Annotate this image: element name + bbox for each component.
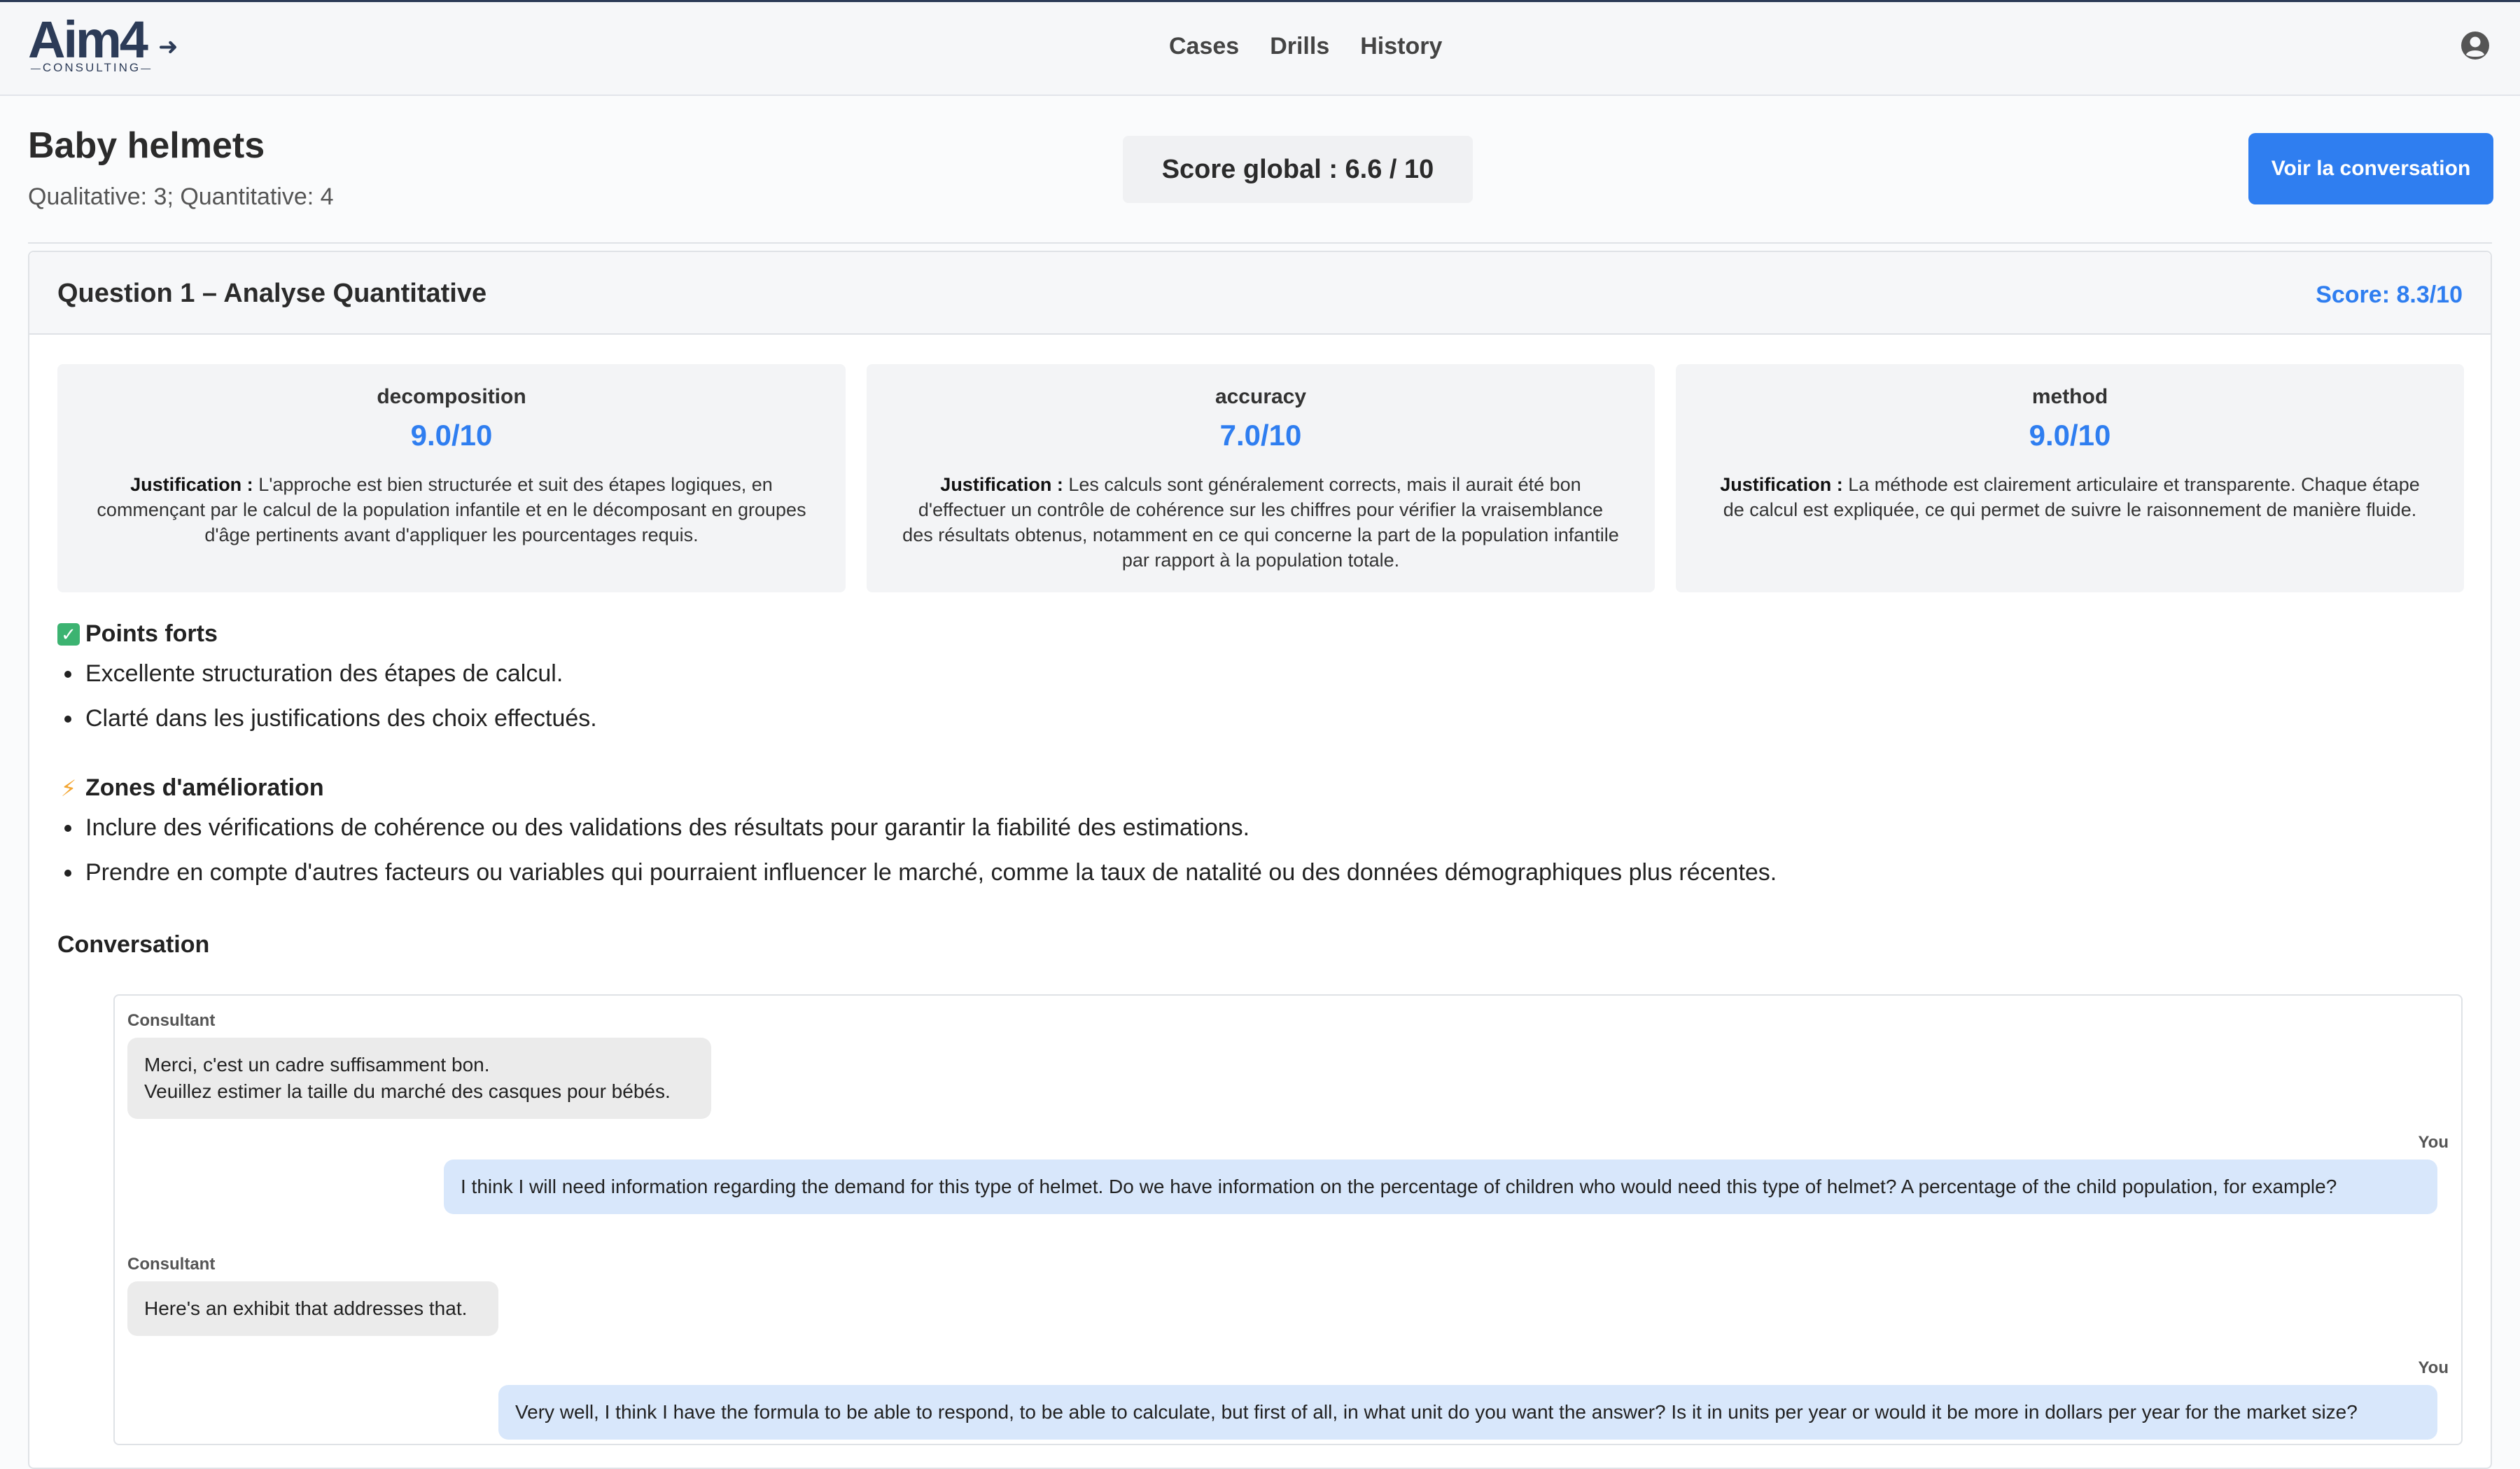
zones-amelioration-title: Zones d'amélioration	[85, 774, 324, 801]
user-account-icon[interactable]	[2460, 30, 2491, 61]
message-author: You	[2418, 1358, 2449, 1377]
score-global-badge: Score global : 6.6 / 10	[1123, 136, 1473, 203]
criterion-score: 7.0/10	[1219, 419, 1302, 452]
justification-label: Justification :	[940, 474, 1063, 495]
case-title: Baby helmets	[28, 125, 265, 166]
nav-link-history[interactable]: History	[1360, 33, 1442, 60]
consultant-message: Merci, c'est un cadre suffisamment bon. …	[127, 1038, 711, 1119]
points-forts-list: Excellente structuration des étapes de c…	[57, 651, 597, 741]
zones-amelioration-list: Inclure des vérifications de cohérence o…	[57, 805, 1777, 895]
criterion-justification: Justification : Les calculs sont général…	[902, 472, 1620, 573]
case-subtitle: Qualitative: 3; Quantitative: 4	[28, 183, 334, 210]
nav-link-drills[interactable]: Drills	[1270, 33, 1329, 60]
voir-conversation-button[interactable]: Voir la conversation	[2248, 133, 2493, 204]
nav-link-cases[interactable]: Cases	[1169, 33, 1239, 60]
justification-label: Justification :	[1720, 474, 1843, 495]
criterion-justification: Justification : La méthode est clairemen…	[1711, 472, 2429, 522]
criterion-score: 9.0/10	[2029, 419, 2111, 452]
logo-text: Aim4	[28, 11, 148, 69]
criterion-name: method	[2031, 385, 2108, 408]
conversation-box[interactable]: Consultant Merci, c'est un cadre suffisa…	[113, 994, 2463, 1445]
justification-label: Justification :	[130, 474, 253, 495]
points-forts-heading: ✓ Points forts	[57, 620, 218, 648]
criterion-decomposition: decomposition 9.0/10 Justification : L'a…	[57, 364, 846, 592]
question-score: Score: 8.3/10	[2316, 281, 2463, 308]
consultant-message: Here's an exhibit that addresses that.	[127, 1281, 498, 1336]
criterion-justification: Justification : L'approche est bien stru…	[92, 472, 811, 548]
check-mark-icon: ✓	[57, 622, 80, 646]
list-item: Clarté dans les justifications des choix…	[57, 696, 597, 741]
question-title: Question 1 – Analyse Quantitative	[57, 279, 487, 308]
message-author: Consultant	[127, 1011, 216, 1030]
user-message: I think I will need information regardin…	[444, 1160, 2437, 1214]
lightning-bolt-icon: ⚡	[60, 775, 77, 801]
navbar: Aim4 ➜ CONSULTING Cases Drills History	[0, 0, 2520, 96]
logo-subtext: CONSULTING	[28, 61, 155, 75]
points-forts-title: Points forts	[85, 620, 218, 647]
list-item: Inclure des vérifications de cohérence o…	[57, 805, 1777, 850]
header-divider	[28, 242, 2492, 244]
criterion-accuracy: accuracy 7.0/10 Justification : Les calc…	[867, 364, 1655, 592]
criterion-name: decomposition	[377, 385, 526, 408]
list-item: Prendre en compte d'autres facteurs ou v…	[57, 850, 1777, 895]
logo[interactable]: Aim4 ➜ CONSULTING	[28, 11, 178, 76]
criterion-method: method 9.0/10 Justification : La méthode…	[1676, 364, 2464, 592]
question-card: Question 1 – Analyse Quantitative Score:…	[28, 251, 2492, 1469]
conversation-title: Conversation	[57, 931, 210, 958]
message-author: Consultant	[127, 1255, 216, 1274]
message-author: You	[2418, 1133, 2449, 1152]
user-message: Very well, I think I have the formula to…	[498, 1385, 2437, 1440]
list-item: Excellente structuration des étapes de c…	[57, 651, 597, 696]
criterion-name: accuracy	[1214, 385, 1307, 408]
logo-arrow-icon: ➜	[158, 34, 178, 60]
zones-amelioration-heading: ⚡ Zones d'amélioration	[57, 774, 324, 802]
question-header: Question 1 – Analyse Quantitative Score:…	[29, 252, 2491, 335]
nav-links: Cases Drills History	[1169, 33, 1442, 60]
criterion-score: 9.0/10	[410, 419, 493, 452]
